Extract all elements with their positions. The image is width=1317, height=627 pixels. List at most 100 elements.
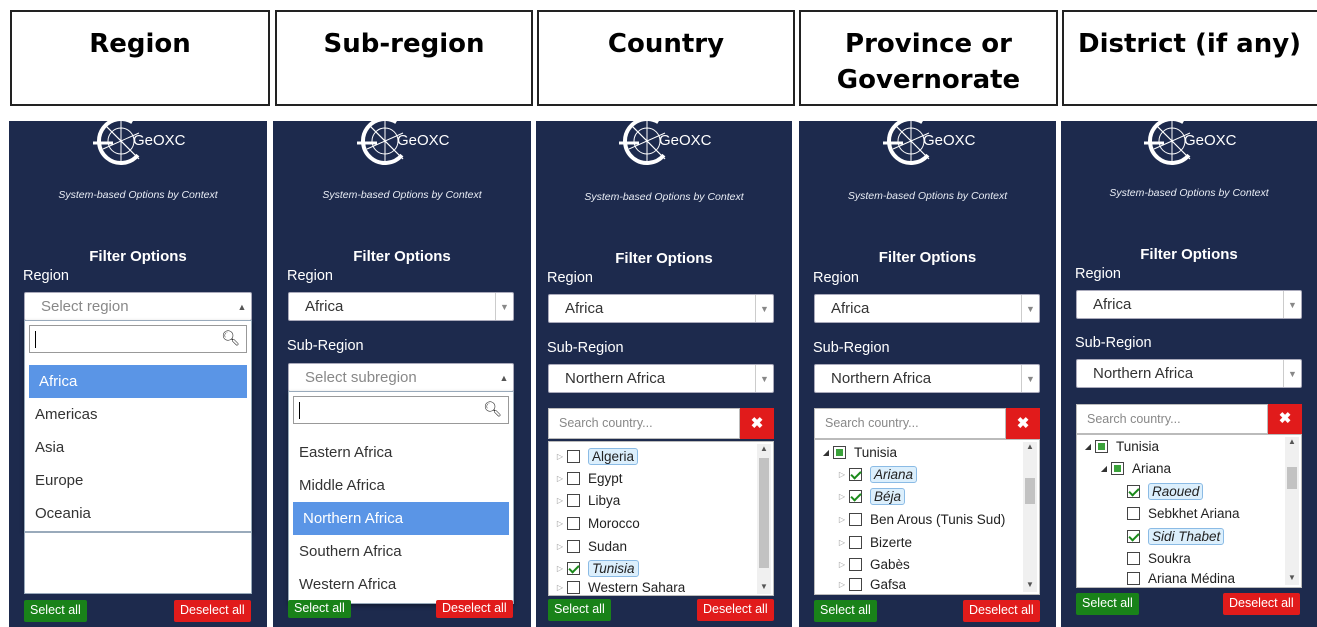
expand-icon[interactable]: ▷ bbox=[835, 538, 849, 547]
expand-icon[interactable]: ▷ bbox=[553, 496, 567, 505]
checkbox[interactable] bbox=[567, 539, 580, 553]
tree-row-tunisia[interactable]: ◢ Tunisia bbox=[1081, 435, 1159, 457]
scrollbar[interactable]: ▲ ▼ bbox=[1285, 437, 1299, 585]
select-all-button[interactable]: Select all bbox=[1076, 593, 1139, 615]
tree-row-soukra[interactable]: Soukra bbox=[1127, 547, 1191, 569]
checkbox[interactable] bbox=[567, 516, 580, 530]
expand-icon[interactable]: ▷ bbox=[553, 564, 567, 573]
tree-row-algeria[interactable]: ▷ Algeria bbox=[553, 445, 639, 467]
checkbox[interactable] bbox=[849, 535, 862, 549]
region-option-americas[interactable]: Americas bbox=[25, 398, 251, 431]
clear-search-icon[interactable]: ✖ bbox=[740, 408, 774, 439]
checkbox[interactable] bbox=[567, 471, 580, 485]
scroll-down-icon[interactable]: ▼ bbox=[757, 582, 771, 594]
expand-icon[interactable]: ▷ bbox=[553, 452, 567, 461]
subregion-select[interactable]: Select subregion ▲ bbox=[288, 363, 514, 392]
deselect-all-button[interactable]: Deselect all bbox=[436, 600, 513, 618]
region-select[interactable]: Africa ▼ bbox=[814, 294, 1040, 323]
tree-row-egypt[interactable]: ▷ Egypt bbox=[553, 467, 623, 489]
tree-row-western-sahara[interactable]: ▷ Western Sahara bbox=[553, 579, 685, 595]
expand-icon[interactable]: ▷ bbox=[553, 542, 567, 551]
scrollbar-thumb[interactable] bbox=[1025, 478, 1035, 504]
tree-row-sidi-thabet[interactable]: Sidi Thabet bbox=[1127, 525, 1225, 547]
collapse-icon[interactable]: ◢ bbox=[819, 448, 833, 457]
region-search-input[interactable]: 🔍︎ bbox=[29, 325, 247, 353]
subregion-option-middle-africa[interactable]: Middle Africa bbox=[289, 469, 513, 502]
expand-icon[interactable]: ▷ bbox=[835, 515, 849, 524]
subregion-option-southern-africa[interactable]: Southern Africa bbox=[289, 535, 513, 568]
clear-search-icon[interactable]: ✖ bbox=[1006, 408, 1040, 439]
scrollbar[interactable]: ▲ ▼ bbox=[1023, 442, 1037, 592]
region-option-europe[interactable]: Europe bbox=[25, 464, 251, 497]
checkbox-partial[interactable] bbox=[833, 445, 846, 459]
expand-icon[interactable]: ▷ bbox=[553, 474, 567, 483]
region-select[interactable]: Africa ▼ bbox=[288, 292, 514, 321]
scroll-up-icon[interactable]: ▲ bbox=[1285, 437, 1299, 449]
tree-row-bizerte[interactable]: ▷ Bizerte bbox=[835, 531, 912, 553]
checkbox-partial[interactable] bbox=[1095, 439, 1108, 453]
tree-row-tunisia[interactable]: ▷ Tunisia bbox=[553, 557, 639, 579]
subregion-select[interactable]: Northern Africa ▼ bbox=[1076, 359, 1302, 388]
tree-row-gabes[interactable]: ▷ Gabès bbox=[835, 553, 910, 575]
checkbox-checked[interactable] bbox=[849, 467, 862, 481]
select-all-button[interactable]: Select all bbox=[288, 600, 351, 618]
checkbox[interactable] bbox=[1127, 506, 1140, 520]
checkbox[interactable] bbox=[567, 580, 580, 594]
region-option-africa[interactable]: Africa bbox=[29, 365, 247, 398]
expand-icon[interactable]: ▷ bbox=[835, 580, 849, 589]
deselect-all-button[interactable]: Deselect all bbox=[1223, 593, 1300, 615]
tree-row-libya[interactable]: ▷ Libya bbox=[553, 489, 620, 511]
expand-icon[interactable]: ▷ bbox=[553, 519, 567, 528]
scroll-up-icon[interactable]: ▲ bbox=[757, 444, 771, 456]
checkbox[interactable] bbox=[567, 493, 580, 507]
checkbox-checked[interactable] bbox=[849, 489, 862, 503]
deselect-all-button[interactable]: Deselect all bbox=[174, 600, 251, 622]
tree-row-ariana[interactable]: ▷ Ariana bbox=[835, 463, 918, 485]
scrollbar-thumb[interactable] bbox=[759, 458, 769, 568]
tree-row-morocco[interactable]: ▷ Morocco bbox=[553, 512, 640, 534]
checkbox-partial[interactable] bbox=[1111, 461, 1124, 475]
region-option-oceania[interactable]: Oceania bbox=[25, 497, 251, 530]
checkbox[interactable] bbox=[849, 512, 862, 526]
collapse-icon[interactable]: ◢ bbox=[1081, 442, 1095, 451]
tree-row-ariana[interactable]: ◢ Ariana bbox=[1097, 457, 1171, 479]
checkbox-checked[interactable] bbox=[1127, 484, 1140, 498]
country-search-input[interactable]: Search country... bbox=[814, 408, 1006, 439]
select-all-button[interactable]: Select all bbox=[24, 600, 87, 622]
scrollbar-thumb[interactable] bbox=[1287, 467, 1297, 489]
expand-icon[interactable]: ▷ bbox=[835, 470, 849, 479]
collapse-icon[interactable]: ◢ bbox=[1097, 464, 1111, 473]
scroll-down-icon[interactable]: ▼ bbox=[1285, 573, 1299, 585]
subregion-option-western-africa[interactable]: Western Africa bbox=[289, 568, 513, 601]
deselect-all-button[interactable]: Deselect all bbox=[963, 600, 1040, 622]
expand-icon[interactable]: ▷ bbox=[835, 560, 849, 569]
region-select[interactable]: Africa ▼ bbox=[548, 294, 774, 323]
checkbox[interactable] bbox=[849, 577, 862, 591]
subregion-search-input[interactable]: 🔍︎ bbox=[293, 396, 509, 424]
tree-row-beja[interactable]: ▷ Béja bbox=[835, 485, 906, 507]
checkbox-checked[interactable] bbox=[1127, 529, 1140, 543]
subregion-select[interactable]: Northern Africa ▼ bbox=[814, 364, 1040, 393]
deselect-all-button[interactable]: Deselect all bbox=[697, 599, 774, 621]
clear-search-icon[interactable]: ✖ bbox=[1268, 404, 1302, 434]
select-all-button[interactable]: Select all bbox=[814, 600, 877, 622]
scroll-up-icon[interactable]: ▲ bbox=[1023, 442, 1037, 454]
expand-icon[interactable]: ▷ bbox=[835, 492, 849, 501]
expand-icon[interactable]: ▷ bbox=[553, 583, 567, 592]
scroll-down-icon[interactable]: ▼ bbox=[1023, 580, 1037, 592]
subregion-option-northern-africa[interactable]: Northern Africa bbox=[293, 502, 509, 535]
region-select[interactable]: Africa ▼ bbox=[1076, 290, 1302, 319]
region-select[interactable]: Select region ▲ bbox=[24, 292, 252, 321]
select-all-button[interactable]: Select all bbox=[548, 599, 611, 621]
checkbox[interactable] bbox=[1127, 551, 1140, 565]
checkbox[interactable] bbox=[849, 557, 862, 571]
subregion-select[interactable]: Northern Africa ▼ bbox=[548, 364, 774, 393]
tree-row-ben-arous[interactable]: ▷ Ben Arous (Tunis Sud) bbox=[835, 508, 1005, 530]
subregion-option-eastern-africa[interactable]: Eastern Africa bbox=[289, 436, 513, 469]
tree-row-sebkhet-ariana[interactable]: Sebkhet Ariana bbox=[1127, 502, 1240, 524]
country-search-input[interactable]: Search country... bbox=[1076, 404, 1268, 434]
checkbox[interactable] bbox=[567, 449, 580, 463]
tree-row-raoued[interactable]: Raoued bbox=[1127, 480, 1204, 502]
region-option-asia[interactable]: Asia bbox=[25, 431, 251, 464]
tree-row-ariana-medina[interactable]: Ariana Médina bbox=[1127, 569, 1235, 587]
